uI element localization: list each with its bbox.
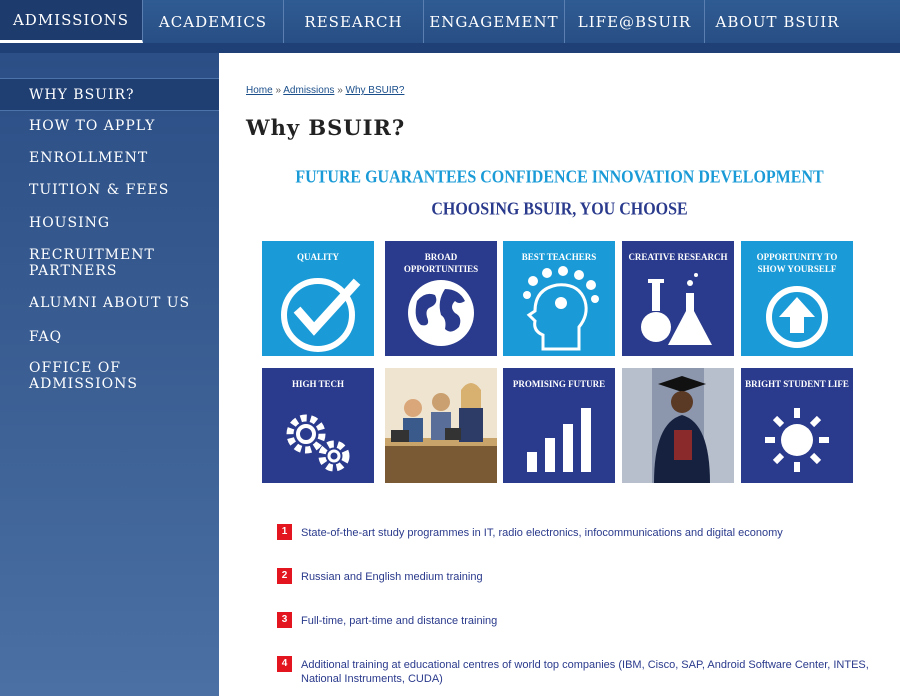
slogan-line-1: FUTURE GUARANTEES CONFIDENCE INNOVATION … <box>295 167 824 188</box>
sidebar-item-alumni-about-us[interactable]: ALUMNI ABOUT US <box>0 295 219 311</box>
feature-number: 4 <box>277 656 292 672</box>
tile-best-teachers[interactable]: BEST TEACHERS <box>503 241 615 356</box>
page-title: Why BSUIR? <box>246 115 406 140</box>
sidebar-item-tuition-fees[interactable]: TUITION & FEES <box>0 182 219 198</box>
feature-text: State-of-the-art study programmes in IT,… <box>301 527 783 539</box>
breadcrumb-separator: » <box>275 85 282 96</box>
tile-label: CREATIVE RESEARCH <box>628 252 728 262</box>
tile-bright-student-life[interactable]: BRIGHT STUDENT LIFE <box>741 368 853 483</box>
tab-academics[interactable]: ACADEMICS <box>143 0 284 43</box>
tab-engagement[interactable]: ENGAGEMENT <box>424 0 565 43</box>
sidebar-item-how-to-apply[interactable]: HOW TO APPLY <box>0 118 219 134</box>
sidebar-item-office-of-admissions[interactable]: OFFICE OF ADMISSIONS <box>0 360 150 392</box>
breadcrumb-separator: » <box>337 85 343 96</box>
sidebar-item-recruitment-partners[interactable]: RECRUITMENT PARTNERS <box>0 247 160 279</box>
feature-number: 1 <box>277 524 292 540</box>
nav-divider-strip <box>0 43 900 53</box>
tile-graduate-photo[interactable] <box>622 368 734 483</box>
sidebar: WHY BSUIR? HOW TO APPLY ENROLLMENT TUITI… <box>0 53 219 696</box>
tile-label: BRIGHT STUDENT LIFE <box>745 379 849 389</box>
tile-label: OPPORTUNITY TO SHOW YOURSELF <box>756 252 838 274</box>
slogan-line-2: CHOOSING BSUIR, YOU CHOOSE <box>431 199 688 220</box>
tile-label: BROAD OPPORTUNITIES <box>403 252 479 274</box>
breadcrumb-admissions-link[interactable]: Admissions <box>283 85 334 96</box>
tile-broad-opportunities[interactable]: BROAD OPPORTUNITIES <box>385 241 497 356</box>
feature-text: Full-time, part-time and distance traini… <box>301 615 498 627</box>
main-content: Home » Admissions » Why BSUIR? Why BSUIR… <box>219 53 900 696</box>
graduate-photo <box>622 368 734 483</box>
feature-number: 3 <box>277 612 292 628</box>
tile-creative-research[interactable]: CREATIVE RESEARCH <box>622 241 734 356</box>
feature-number: 2 <box>277 568 292 584</box>
tile-high-tech[interactable]: HIGH TECH <box>262 368 374 483</box>
sidebar-item-why-bsuir[interactable]: WHY BSUIR? <box>0 78 219 111</box>
tile-opportunity-to-show-yourself[interactable]: OPPORTUNITY TO SHOW YOURSELF <box>741 241 853 356</box>
top-navigation: ADMISSIONS ACADEMICS RESEARCH ENGAGEMENT… <box>0 0 900 43</box>
tile-label: PROMISING FUTURE <box>512 379 606 389</box>
tab-life-bsuir[interactable]: LIFE@BSUIR <box>565 0 705 43</box>
tab-research[interactable]: RESEARCH <box>284 0 424 43</box>
sidebar-item-faq[interactable]: FAQ <box>0 329 219 345</box>
breadcrumb: Home » Admissions » Why BSUIR? <box>246 85 404 96</box>
sidebar-item-housing[interactable]: HOUSING <box>0 215 219 231</box>
tab-about-bsuir[interactable]: ABOUT BSUIR <box>705 0 850 43</box>
tab-admissions[interactable]: ADMISSIONS <box>0 0 143 43</box>
tile-label: HIGH TECH <box>291 379 345 389</box>
students-photo <box>385 368 497 483</box>
feature-text: Russian and English medium training <box>301 571 483 583</box>
tile-label: BEST TEACHERS <box>521 252 597 262</box>
breadcrumb-home-link[interactable]: Home <box>246 85 273 96</box>
feature-text: Additional training at educational centr… <box>301 659 869 685</box>
breadcrumb-current-link[interactable]: Why BSUIR? <box>346 85 405 96</box>
tile-promising-future[interactable]: PROMISING FUTURE <box>503 368 615 483</box>
tile-label: QUALITY <box>296 252 339 262</box>
tile-students-photo[interactable] <box>385 368 497 483</box>
tile-quality[interactable]: QUALITY <box>262 241 374 356</box>
sidebar-item-enrollment[interactable]: ENROLLMENT <box>0 150 219 166</box>
